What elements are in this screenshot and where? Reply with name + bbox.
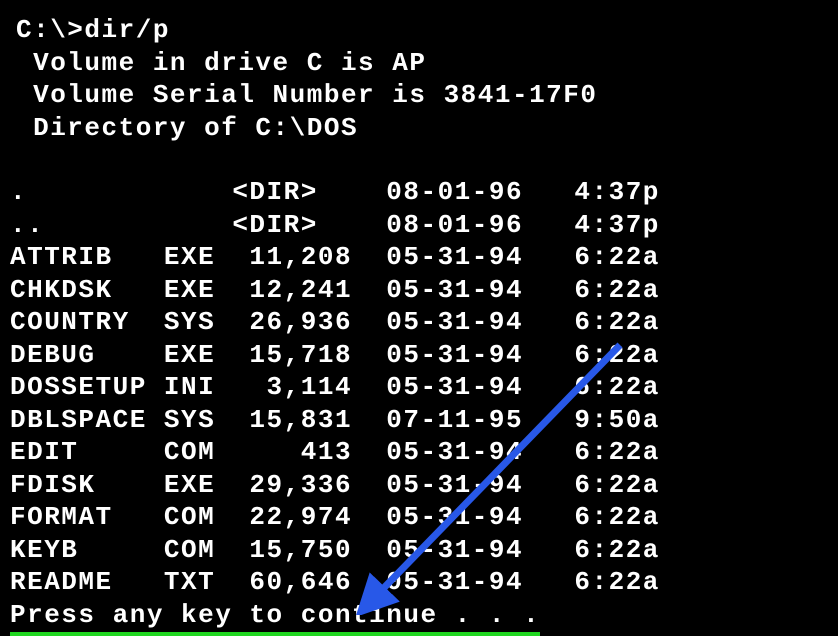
table-row: .. <DIR> 08-01-96 4:37p (10, 209, 838, 242)
press-any-key[interactable]: Press any key to continue . . . (10, 599, 838, 632)
directory-listing: . <DIR> 08-01-96 4:37p.. <DIR> 08-01-96 … (10, 176, 838, 599)
command-prompt[interactable]: C:\>dir/p (10, 14, 838, 47)
table-row: DOSSETUP INI 3,114 05-31-94 6:22a (10, 371, 838, 404)
continue-text: Press any key to continue . . . (10, 599, 540, 636)
volume-label: Volume in drive C is AP (10, 47, 838, 80)
table-row: . <DIR> 08-01-96 4:37p (10, 176, 838, 209)
table-row: FDISK EXE 29,336 05-31-94 6:22a (10, 469, 838, 502)
directory-path: Directory of C:\DOS (10, 112, 838, 145)
blank-line (10, 144, 838, 176)
table-row: KEYB COM 15,750 05-31-94 6:22a (10, 534, 838, 567)
table-row: FORMAT COM 22,974 05-31-94 6:22a (10, 501, 838, 534)
table-row: EDIT COM 413 05-31-94 6:22a (10, 436, 838, 469)
table-row: DEBUG EXE 15,718 05-31-94 6:22a (10, 339, 838, 372)
table-row: ATTRIB EXE 11,208 05-31-94 6:22a (10, 241, 838, 274)
volume-serial: Volume Serial Number is 3841-17F0 (10, 79, 838, 112)
table-row: README TXT 60,646 05-31-94 6:22a (10, 566, 838, 599)
table-row: DBLSPACE SYS 15,831 07-11-95 9:50a (10, 404, 838, 437)
command: dir/p (84, 15, 170, 45)
table-row: CHKDSK EXE 12,241 05-31-94 6:22a (10, 274, 838, 307)
table-row: COUNTRY SYS 26,936 05-31-94 6:22a (10, 306, 838, 339)
prompt: C:\> (16, 15, 84, 45)
